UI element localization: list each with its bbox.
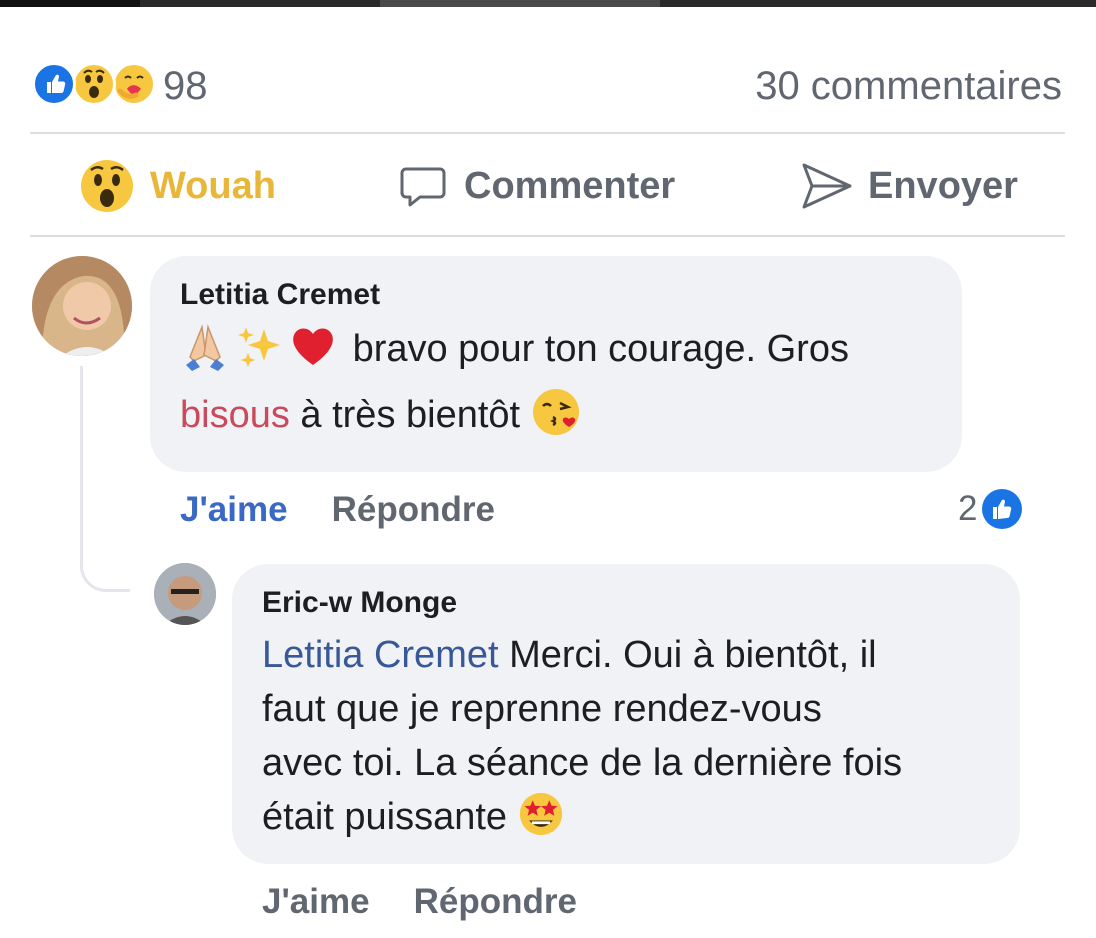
wow-emoji-icon <box>81 160 133 212</box>
like-icon <box>982 489 1023 529</box>
kissing-heart-icon <box>532 389 579 435</box>
avatar[interactable] <box>154 563 216 625</box>
avatar[interactable] <box>32 256 132 356</box>
reactions-summary[interactable]: 98 30 commentaires <box>30 62 1065 108</box>
send-icon <box>802 163 852 209</box>
praying-hands-icon <box>186 324 224 371</box>
reply-thread-line <box>80 366 130 592</box>
reply-button[interactable]: Répondre <box>414 882 577 922</box>
comment-bubble[interactable]: Letitia Cremet bravo pour ton courage. G… <box>150 256 962 472</box>
wouah-label: Wouah <box>150 164 276 207</box>
highlighted-word: bisous <box>180 394 290 436</box>
send-button[interactable]: Envoyer <box>800 158 1018 214</box>
divider <box>30 235 1065 237</box>
comment-reactions[interactable]: 2 <box>958 487 1023 531</box>
red-heart-icon <box>293 328 333 365</box>
comment-actions: J'aime Répondre <box>180 488 495 532</box>
post-image-edge <box>0 0 1096 7</box>
send-label: Envoyer <box>868 164 1018 207</box>
reply-button[interactable]: Répondre <box>332 490 495 530</box>
star-struck-icon <box>519 792 562 836</box>
reaction-count[interactable]: 98 <box>163 64 208 109</box>
like-comment-button[interactable]: J'aime <box>262 882 370 922</box>
comment-icon <box>400 167 446 207</box>
mention-link[interactable]: Letitia Cremet <box>262 634 499 676</box>
comment-actions: J'aime Répondre <box>262 880 577 924</box>
comment-reaction-count: 2 <box>958 489 978 528</box>
comment-text: bravo pour ton courage. Gros bisous à tr… <box>180 316 932 448</box>
wow-emoji-icon <box>72 62 116 106</box>
like-icon <box>32 62 76 106</box>
post-actions: Wouah Commenter Envoyer <box>30 136 1065 236</box>
sparkles-icon <box>238 327 280 367</box>
comment-author[interactable]: Letitia Cremet <box>180 278 932 312</box>
comment-author[interactable]: Eric-w Monge <box>262 586 990 620</box>
wouah-reaction-button[interactable]: Wouah <box>80 158 276 214</box>
comment-button[interactable]: Commenter <box>398 158 675 214</box>
care-emoji-icon <box>112 62 156 106</box>
comment-text: Letitia Cremet Merci. Oui à bientôt, il … <box>262 634 903 838</box>
comment-bubble[interactable]: Eric-w Monge Letitia Cremet Merci. Oui à… <box>232 564 1020 864</box>
divider <box>30 132 1065 134</box>
like-comment-button[interactable]: J'aime <box>180 490 288 530</box>
comment-label: Commenter <box>464 164 676 207</box>
comments-count-link[interactable]: 30 commentaires <box>755 64 1062 109</box>
reaction-icons[interactable] <box>32 62 157 108</box>
